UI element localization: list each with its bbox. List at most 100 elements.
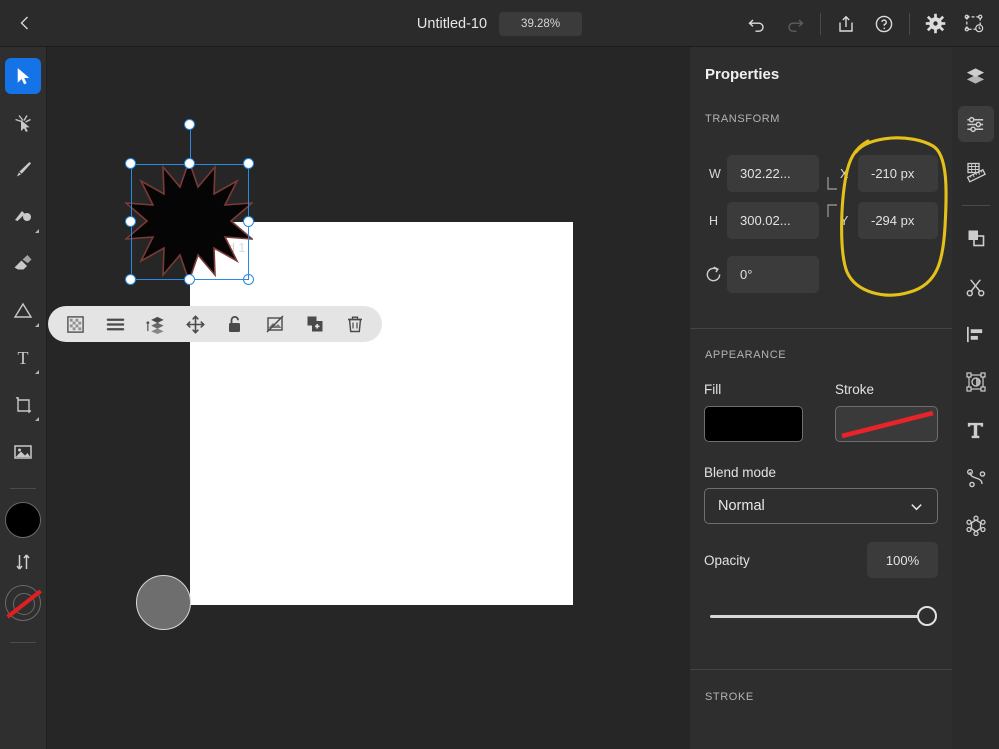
selection-bounding-box[interactable] xyxy=(131,164,249,280)
preview-button[interactable] xyxy=(955,6,991,42)
shape-tool[interactable] xyxy=(5,293,41,329)
trash-icon xyxy=(345,314,365,334)
fill-label: Fill xyxy=(704,382,721,397)
tool-options-corner xyxy=(35,417,39,421)
duplicate-plus-icon xyxy=(305,314,325,334)
width-input[interactable]: 302.22... xyxy=(727,155,819,192)
align-button[interactable] xyxy=(100,309,130,339)
crop-icon xyxy=(12,394,34,416)
zoom-level-chip[interactable]: 39.28% xyxy=(499,12,582,36)
grid-ruler-button[interactable] xyxy=(958,154,994,190)
eraser-icon xyxy=(12,253,34,275)
canvas-area[interactable]: Artboard 1 xyxy=(47,47,690,749)
arrange-layers-icon xyxy=(145,314,166,335)
opacity-value-input[interactable]: 100% xyxy=(867,542,938,578)
help-button[interactable] xyxy=(866,6,902,42)
handle-bottom-center[interactable] xyxy=(184,274,195,285)
svg-text:T: T xyxy=(18,348,29,368)
settings-button[interactable] xyxy=(917,6,953,42)
text-properties-icon xyxy=(965,420,986,441)
hide-button[interactable] xyxy=(260,309,290,339)
paintbrush-icon xyxy=(12,206,34,228)
height-input[interactable]: 300.02... xyxy=(727,202,819,239)
opacity-label: Opacity xyxy=(704,553,750,568)
undo-button[interactable] xyxy=(739,6,775,42)
delete-button[interactable] xyxy=(340,309,370,339)
rotation-input[interactable]: 0° xyxy=(727,256,819,293)
swap-fill-stroke-button[interactable] xyxy=(13,552,33,572)
blend-mode-select[interactable]: Normal xyxy=(704,488,938,524)
transform-panel-button[interactable] xyxy=(958,364,994,400)
redo-button[interactable] xyxy=(777,6,813,42)
redo-icon xyxy=(785,14,805,34)
node-select-tool[interactable] xyxy=(5,105,41,141)
handle-top-right[interactable] xyxy=(243,158,254,169)
blend-mode-label: Blend mode xyxy=(704,465,776,480)
crop-tool[interactable] xyxy=(5,387,41,423)
text-tool[interactable]: T xyxy=(5,340,41,376)
opacity-slider-track[interactable] xyxy=(710,615,928,618)
handle-middle-left[interactable] xyxy=(125,216,136,227)
width-label: W xyxy=(709,167,721,181)
handle-middle-right[interactable] xyxy=(243,216,254,227)
stroke-label: Stroke xyxy=(835,382,874,397)
x-label: X xyxy=(840,167,848,181)
triangle-shape-icon xyxy=(12,300,34,322)
height-label: H xyxy=(709,214,718,228)
arrange-button[interactable] xyxy=(140,309,170,339)
panel-divider-2 xyxy=(690,669,952,670)
share-button[interactable] xyxy=(828,6,864,42)
x-input[interactable]: -210 px xyxy=(858,155,938,192)
tool-options-corner xyxy=(35,323,39,327)
eraser-tool[interactable] xyxy=(5,246,41,282)
effects-panel-button[interactable] xyxy=(958,508,994,544)
rotation-button[interactable] xyxy=(704,265,723,289)
checkerboard-mask-icon xyxy=(66,315,85,334)
brush-cursor xyxy=(136,575,191,630)
stroke-swatch-button[interactable] xyxy=(835,406,938,442)
move-arrows-icon xyxy=(185,314,206,335)
mask-button[interactable] xyxy=(60,309,90,339)
y-input[interactable]: -294 px xyxy=(858,202,938,239)
align-panel-button[interactable] xyxy=(958,316,994,352)
opacity-slider-knob[interactable] xyxy=(917,606,937,626)
handle-top-center[interactable] xyxy=(184,158,195,169)
align-lines-icon xyxy=(105,314,126,335)
duplicate-button[interactable] xyxy=(300,309,330,339)
appearance-section-label: APPEARANCE xyxy=(705,349,786,361)
handle-bottom-left[interactable] xyxy=(125,274,136,285)
rotation-handle[interactable] xyxy=(184,119,195,130)
y-label: Y xyxy=(840,214,848,228)
bezier-path-icon xyxy=(965,467,987,489)
pen-tool[interactable] xyxy=(5,152,41,188)
fill-swatch-button[interactable] xyxy=(704,406,803,442)
toolbar-divider-bottom xyxy=(10,642,36,643)
select-tool[interactable] xyxy=(5,58,41,94)
handle-bottom-right[interactable] xyxy=(243,274,254,285)
properties-panel: Properties TRANSFORM W 302.22... H 300.0… xyxy=(690,47,952,749)
top-actions xyxy=(739,0,991,47)
swap-fill-stroke-icon xyxy=(13,552,33,572)
right-panel-rail xyxy=(952,47,999,749)
text-panel-button[interactable] xyxy=(958,412,994,448)
align-left-icon xyxy=(965,324,986,345)
text-t-icon: T xyxy=(12,347,34,369)
duplicate-panel-button[interactable] xyxy=(958,220,994,256)
chevron-down-icon xyxy=(909,499,924,514)
back-button[interactable] xyxy=(8,6,42,40)
handle-top-left[interactable] xyxy=(125,158,136,169)
path-panel-button[interactable] xyxy=(958,460,994,496)
share-export-icon xyxy=(836,14,856,34)
brush-tool[interactable] xyxy=(5,199,41,235)
image-tool[interactable] xyxy=(5,434,41,470)
properties-panel-button[interactable] xyxy=(958,106,994,142)
layers-panel-button[interactable] xyxy=(958,58,994,94)
stroke-color-swatch[interactable] xyxy=(5,585,41,621)
tool-options-corner xyxy=(35,229,39,233)
toolbar-divider xyxy=(10,488,36,489)
cut-button[interactable] xyxy=(958,268,994,304)
move-button[interactable] xyxy=(180,309,210,339)
transform-object-icon xyxy=(965,371,987,393)
fill-color-swatch[interactable] xyxy=(5,502,41,538)
unlock-button[interactable] xyxy=(220,309,250,339)
